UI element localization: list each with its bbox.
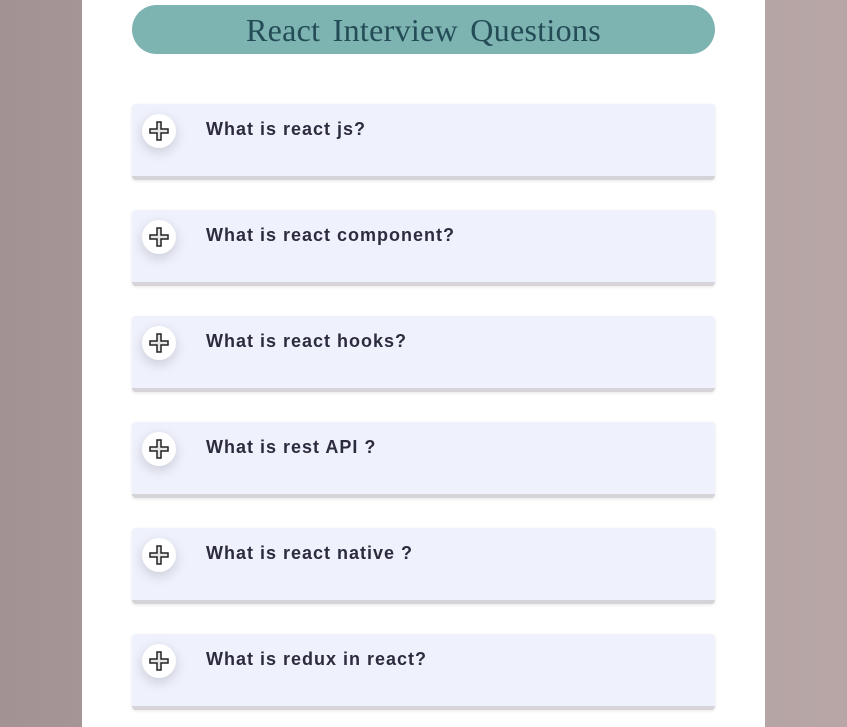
faq-item-react-component[interactable]: What is react component? [132,210,715,286]
faq-question: What is redux in react? [206,649,428,669]
faq-question: What is react js? [206,119,367,139]
faq-item-redux[interactable]: What is redux in react? [132,634,715,710]
faq-question: What is react hooks? [206,331,408,351]
faq-question: What is rest API ? [206,437,377,457]
expand-button[interactable] [142,432,176,466]
faq-item-react-native[interactable]: What is react native ? [132,528,715,604]
plus-icon [149,545,169,565]
title-bar: React Interview Questions [132,5,715,54]
expand-button[interactable] [142,114,176,148]
faq-list: What is react js? What is react componen… [132,104,715,727]
expand-button[interactable] [142,644,176,678]
page-title: React Interview Questions [246,11,601,48]
faq-item-react-hooks[interactable]: What is react hooks? [132,316,715,392]
faq-question: What is react native ? [206,543,414,563]
faq-item-rest-api[interactable]: What is rest API ? [132,422,715,498]
plus-icon [149,439,169,459]
expand-button[interactable] [142,220,176,254]
plus-icon [149,121,169,141]
expand-button[interactable] [142,326,176,360]
faq-question: What is react component? [206,225,456,245]
faq-item-react-js[interactable]: What is react js? [132,104,715,180]
page-container: React Interview Questions What is react … [82,0,765,727]
expand-button[interactable] [142,538,176,572]
plus-icon [149,227,169,247]
plus-icon [149,651,169,671]
plus-icon [149,333,169,353]
